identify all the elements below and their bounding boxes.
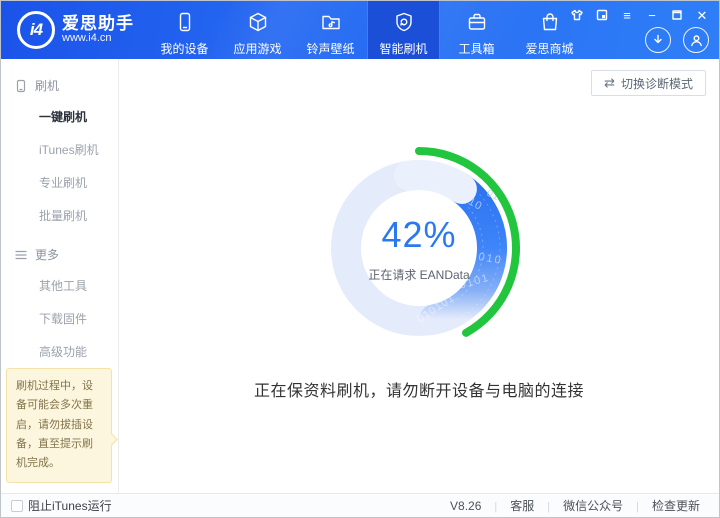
toolbox-icon [466,10,488,34]
maximize-button[interactable] [670,8,684,22]
status-bar: 阻止iTunes运行 V8.26 客服 微信公众号 检查更新 [1,493,719,517]
user-account-icon[interactable] [683,27,709,53]
section-label: 刷机 [35,79,60,93]
sidebar-item-one-key-flash[interactable]: 一键刷机 [1,100,118,133]
sidebar-section-more: 更多 [1,240,118,269]
tab-label: 应用游戏 [233,42,282,56]
check-update-link[interactable]: 检查更新 [639,497,713,514]
tab-label: 我的设备 [160,42,209,56]
section-label: 更多 [35,248,60,262]
phone-icon [16,79,26,92]
sidebar-item-pro-flash[interactable]: 专业刷机 [1,166,118,199]
progress-percent: 42% [381,213,457,255]
wechat-official-account-link[interactable]: 微信公众号 [550,497,636,514]
theme-skin-icon[interactable] [570,8,584,22]
minimize-button[interactable]: − [645,8,659,22]
button-label: 切换诊断模式 [620,76,693,91]
header: i4 爱思助手 www.i4.cn 我的设备 应用游戏 铃声壁纸 智能刷机 工具… [1,1,719,59]
header-quick-actions [645,27,709,53]
music-folder-icon [320,10,342,34]
app-window: i4 爱思助手 www.i4.cn 我的设备 应用游戏 铃声壁纸 智能刷机 工具… [0,0,720,518]
cube-icon [247,10,269,34]
sidebar-item-itunes-flash[interactable]: iTunes刷机 [1,133,118,166]
flash-progress-ring: 1010 01010 010101 010101 010 42% 正在请求 EA… [314,143,524,353]
tab-label: 爱思商城 [525,42,574,56]
checkbox-label: 阻止iTunes运行 [28,499,112,513]
main-content: ⇄ 切换诊断模式 1010 01010 010101 010101 010 42… [119,59,719,493]
main-nav: 我的设备 应用游戏 铃声壁纸 智能刷机 工具箱 爱思商城 [148,1,586,59]
checkbox-icon [11,499,23,512]
tab-my-device[interactable]: 我的设备 [148,1,221,59]
tab-label: 智能刷机 [379,42,428,56]
sidebar-item-other-tools[interactable]: 其他工具 [1,269,118,302]
progress-step-status: 正在请求 EANData [368,267,470,282]
version-label: V8.26 [450,498,482,513]
tab-apps-games[interactable]: 应用游戏 [221,1,294,59]
block-itunes-checkbox[interactable]: 阻止iTunes运行 [1,497,112,514]
sidebar-item-download-firmware[interactable]: 下载固件 [1,302,118,335]
shield-refresh-icon [393,10,415,34]
tab-ringtones-wallpapers[interactable]: 铃声壁纸 [294,1,367,59]
menu-lines-icon [15,250,27,259]
switch-diagnostic-mode-button[interactable]: ⇄ 切换诊断模式 [591,70,706,96]
app-logo: i4 爱思助手 www.i4.cn [1,1,148,59]
sidebar-item-advanced-features[interactable]: 高级功能 [1,335,118,368]
mini-mode-icon[interactable] [595,8,609,22]
flash-status-message: 正在保资料刷机，请勿断开设备与电脑的连接 [253,383,584,400]
flash-warning-tooltip: 刷机过程中，设备可能会多次重启，请勿拔插设备，直至提示刷机完成。 [6,368,112,484]
swap-arrows-icon: ⇄ [604,75,615,90]
footer-links: V8.26 客服 微信公众号 检查更新 [437,497,719,514]
download-manager-icon[interactable] [645,27,671,53]
app-url: www.i4.cn [62,32,112,45]
window-controls: ≡ − ✕ [570,8,709,22]
shopping-bag-icon [539,10,561,34]
device-icon [174,10,196,34]
i4-logo-icon: i4 [17,11,55,49]
tab-label: 工具箱 [458,42,495,56]
sidebar: 刷机 一键刷机 iTunes刷机 专业刷机 批量刷机 更多 其他工具 下载固件 … [1,59,139,512]
app-title: 爱思助手 [62,14,134,34]
tab-smart-flash[interactable]: 智能刷机 [367,1,440,59]
sidebar-section-flash: 刷机 [1,71,118,100]
close-button[interactable]: ✕ [695,8,709,22]
menu-icon[interactable]: ≡ [620,8,634,22]
tab-toolbox[interactable]: 工具箱 [440,1,513,59]
sidebar-item-batch-flash[interactable]: 批量刷机 [1,199,118,232]
tab-label: 铃声壁纸 [306,42,355,56]
customer-service-link[interactable]: 客服 [497,497,547,514]
